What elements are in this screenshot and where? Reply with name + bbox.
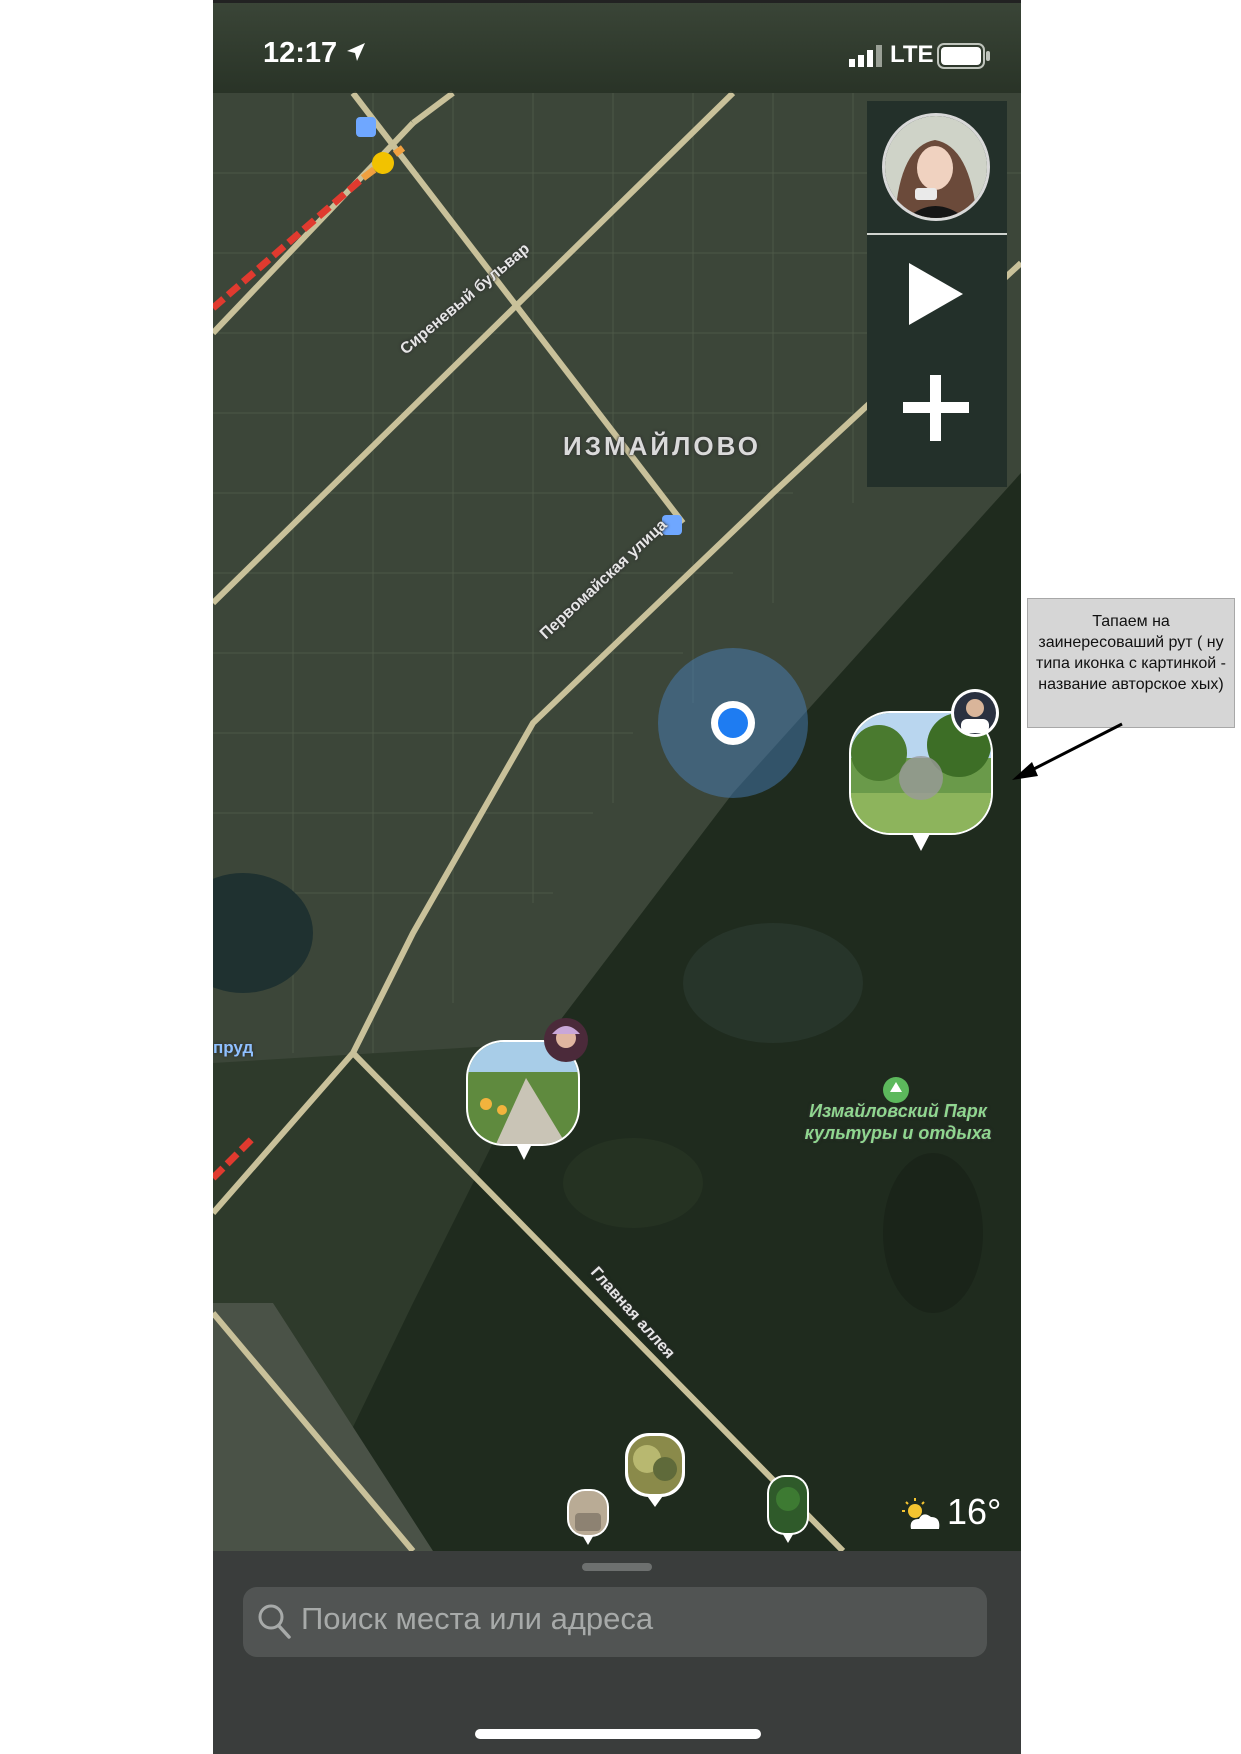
search-icon (258, 1604, 291, 1639)
avatar-photo-icon (885, 116, 987, 218)
route-pin-small-2[interactable] (565, 1487, 611, 1545)
temperature: 16° (947, 1491, 1002, 1532)
play-button[interactable] (905, 261, 967, 327)
partly-cloudy-icon (902, 1498, 940, 1529)
bottom-sheet: Поиск места или адреса (213, 1551, 1021, 1754)
route-pin-forest[interactable] (849, 683, 1019, 853)
annotation-arrow-icon (1012, 722, 1123, 780)
pond-label: пруд (213, 1038, 254, 1057)
panel-divider (867, 233, 1007, 235)
add-button[interactable] (901, 373, 971, 443)
map-control-panel (867, 101, 1007, 487)
status-time: 12:17 (263, 37, 338, 69)
search-field[interactable]: Поиск места или адреса (243, 1587, 987, 1657)
battery-icon (937, 43, 990, 69)
status-bar: 12:17 LTE (213, 3, 1021, 93)
route-pin-small-3[interactable] (765, 1473, 811, 1543)
district-label: ИЗМАЙЛОВО (563, 431, 761, 461)
phone-screen: ИЗМАЙЛОВО Сиреневый бульвар Первомайская… (213, 0, 1021, 1754)
annotation-note: Тапаем на заинересоваший рут ( ну типа и… (1027, 598, 1235, 728)
user-avatar[interactable] (882, 113, 990, 221)
home-indicator[interactable] (475, 1729, 761, 1739)
park-label[interactable]: Измайловский Парк культуры и отдыха (803, 1100, 993, 1144)
sheet-grabber[interactable] (582, 1563, 652, 1571)
network-type: LTE (890, 41, 934, 68)
route-pin-alley[interactable] (466, 1018, 606, 1163)
search-placeholder: Поиск места или адреса (301, 1601, 654, 1636)
signal-icon (849, 45, 882, 67)
route-pin-small-1[interactable] (623, 1431, 687, 1507)
location-arrow-icon (347, 43, 365, 61)
